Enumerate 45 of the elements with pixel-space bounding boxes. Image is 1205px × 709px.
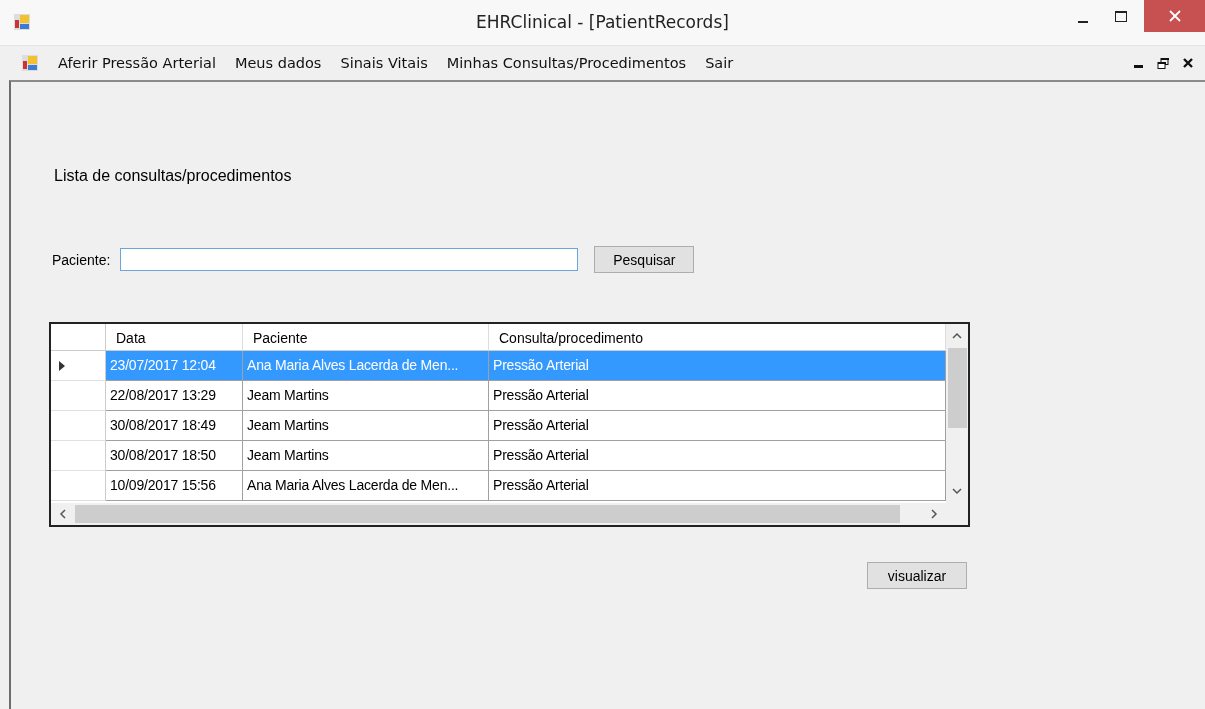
current-row-icon: [59, 360, 65, 371]
minimize-icon: [1134, 64, 1143, 68]
search-button[interactable]: Pesquisar: [594, 246, 695, 273]
close-icon: [1168, 10, 1181, 22]
patient-label: Paciente:: [52, 251, 111, 268]
close-icon: [1183, 58, 1193, 68]
table-cell: 30/08/2017 18:49: [106, 411, 243, 441]
patient-search-field[interactable]: [120, 248, 579, 271]
minimize-icon: [1078, 21, 1088, 23]
restore-icon: [1157, 57, 1169, 69]
window-title: EHRClinical - [PatientRecords]: [476, 12, 729, 32]
row-header[interactable]: [51, 351, 106, 381]
table-cell: Pressão Arterial: [489, 441, 946, 471]
row-header[interactable]: [51, 471, 106, 501]
table-cell: Jeam Martins: [243, 411, 489, 441]
app-icon: [22, 55, 38, 71]
horizontal-scrollbar[interactable]: [51, 503, 946, 525]
menu-item[interactable]: Sair: [699, 53, 740, 73]
menu-item[interactable]: Aferir Pressão Arterial: [52, 53, 222, 73]
table-cell: Pressão Arterial: [489, 381, 946, 411]
list-heading: Lista de consultas/procedimentos: [54, 167, 292, 185]
menu-item[interactable]: Sinais Vitais: [334, 53, 434, 73]
table-cell: Ana Maria Alves Lacerda de Men...: [243, 351, 489, 381]
table-cell: Ana Maria Alves Lacerda de Men...: [243, 471, 489, 501]
row-header[interactable]: [51, 381, 106, 411]
menu-item[interactable]: Meus dados: [228, 53, 328, 73]
view-button[interactable]: visualizar: [867, 562, 967, 589]
scroll-thumb[interactable]: [75, 505, 900, 523]
table-cell: 22/08/2017 13:29: [106, 381, 243, 411]
vertical-scrollbar[interactable]: [946, 324, 968, 525]
maximize-icon: [1115, 10, 1127, 22]
table-cell: Pressão Arterial: [489, 351, 946, 381]
menu-item[interactable]: Minhas Consultas/Procedimentos: [440, 53, 693, 73]
app-icon: [14, 14, 30, 30]
table-corner[interactable]: [51, 324, 106, 351]
scroll-thumb[interactable]: [947, 348, 967, 428]
row-header[interactable]: [51, 441, 106, 471]
table-cell: Pressão Arterial: [489, 471, 946, 501]
table-cell: Pressão Arterial: [489, 411, 946, 441]
table-cell: 30/08/2017 18:50: [106, 441, 243, 471]
table-cell: 23/07/2017 12:04: [106, 351, 243, 381]
row-header[interactable]: [51, 411, 106, 441]
table-cell: Jeam Martins: [243, 381, 489, 411]
table-cell: 10/09/2017 15:56: [106, 471, 243, 501]
table-cell: Jeam Martins: [243, 441, 489, 471]
